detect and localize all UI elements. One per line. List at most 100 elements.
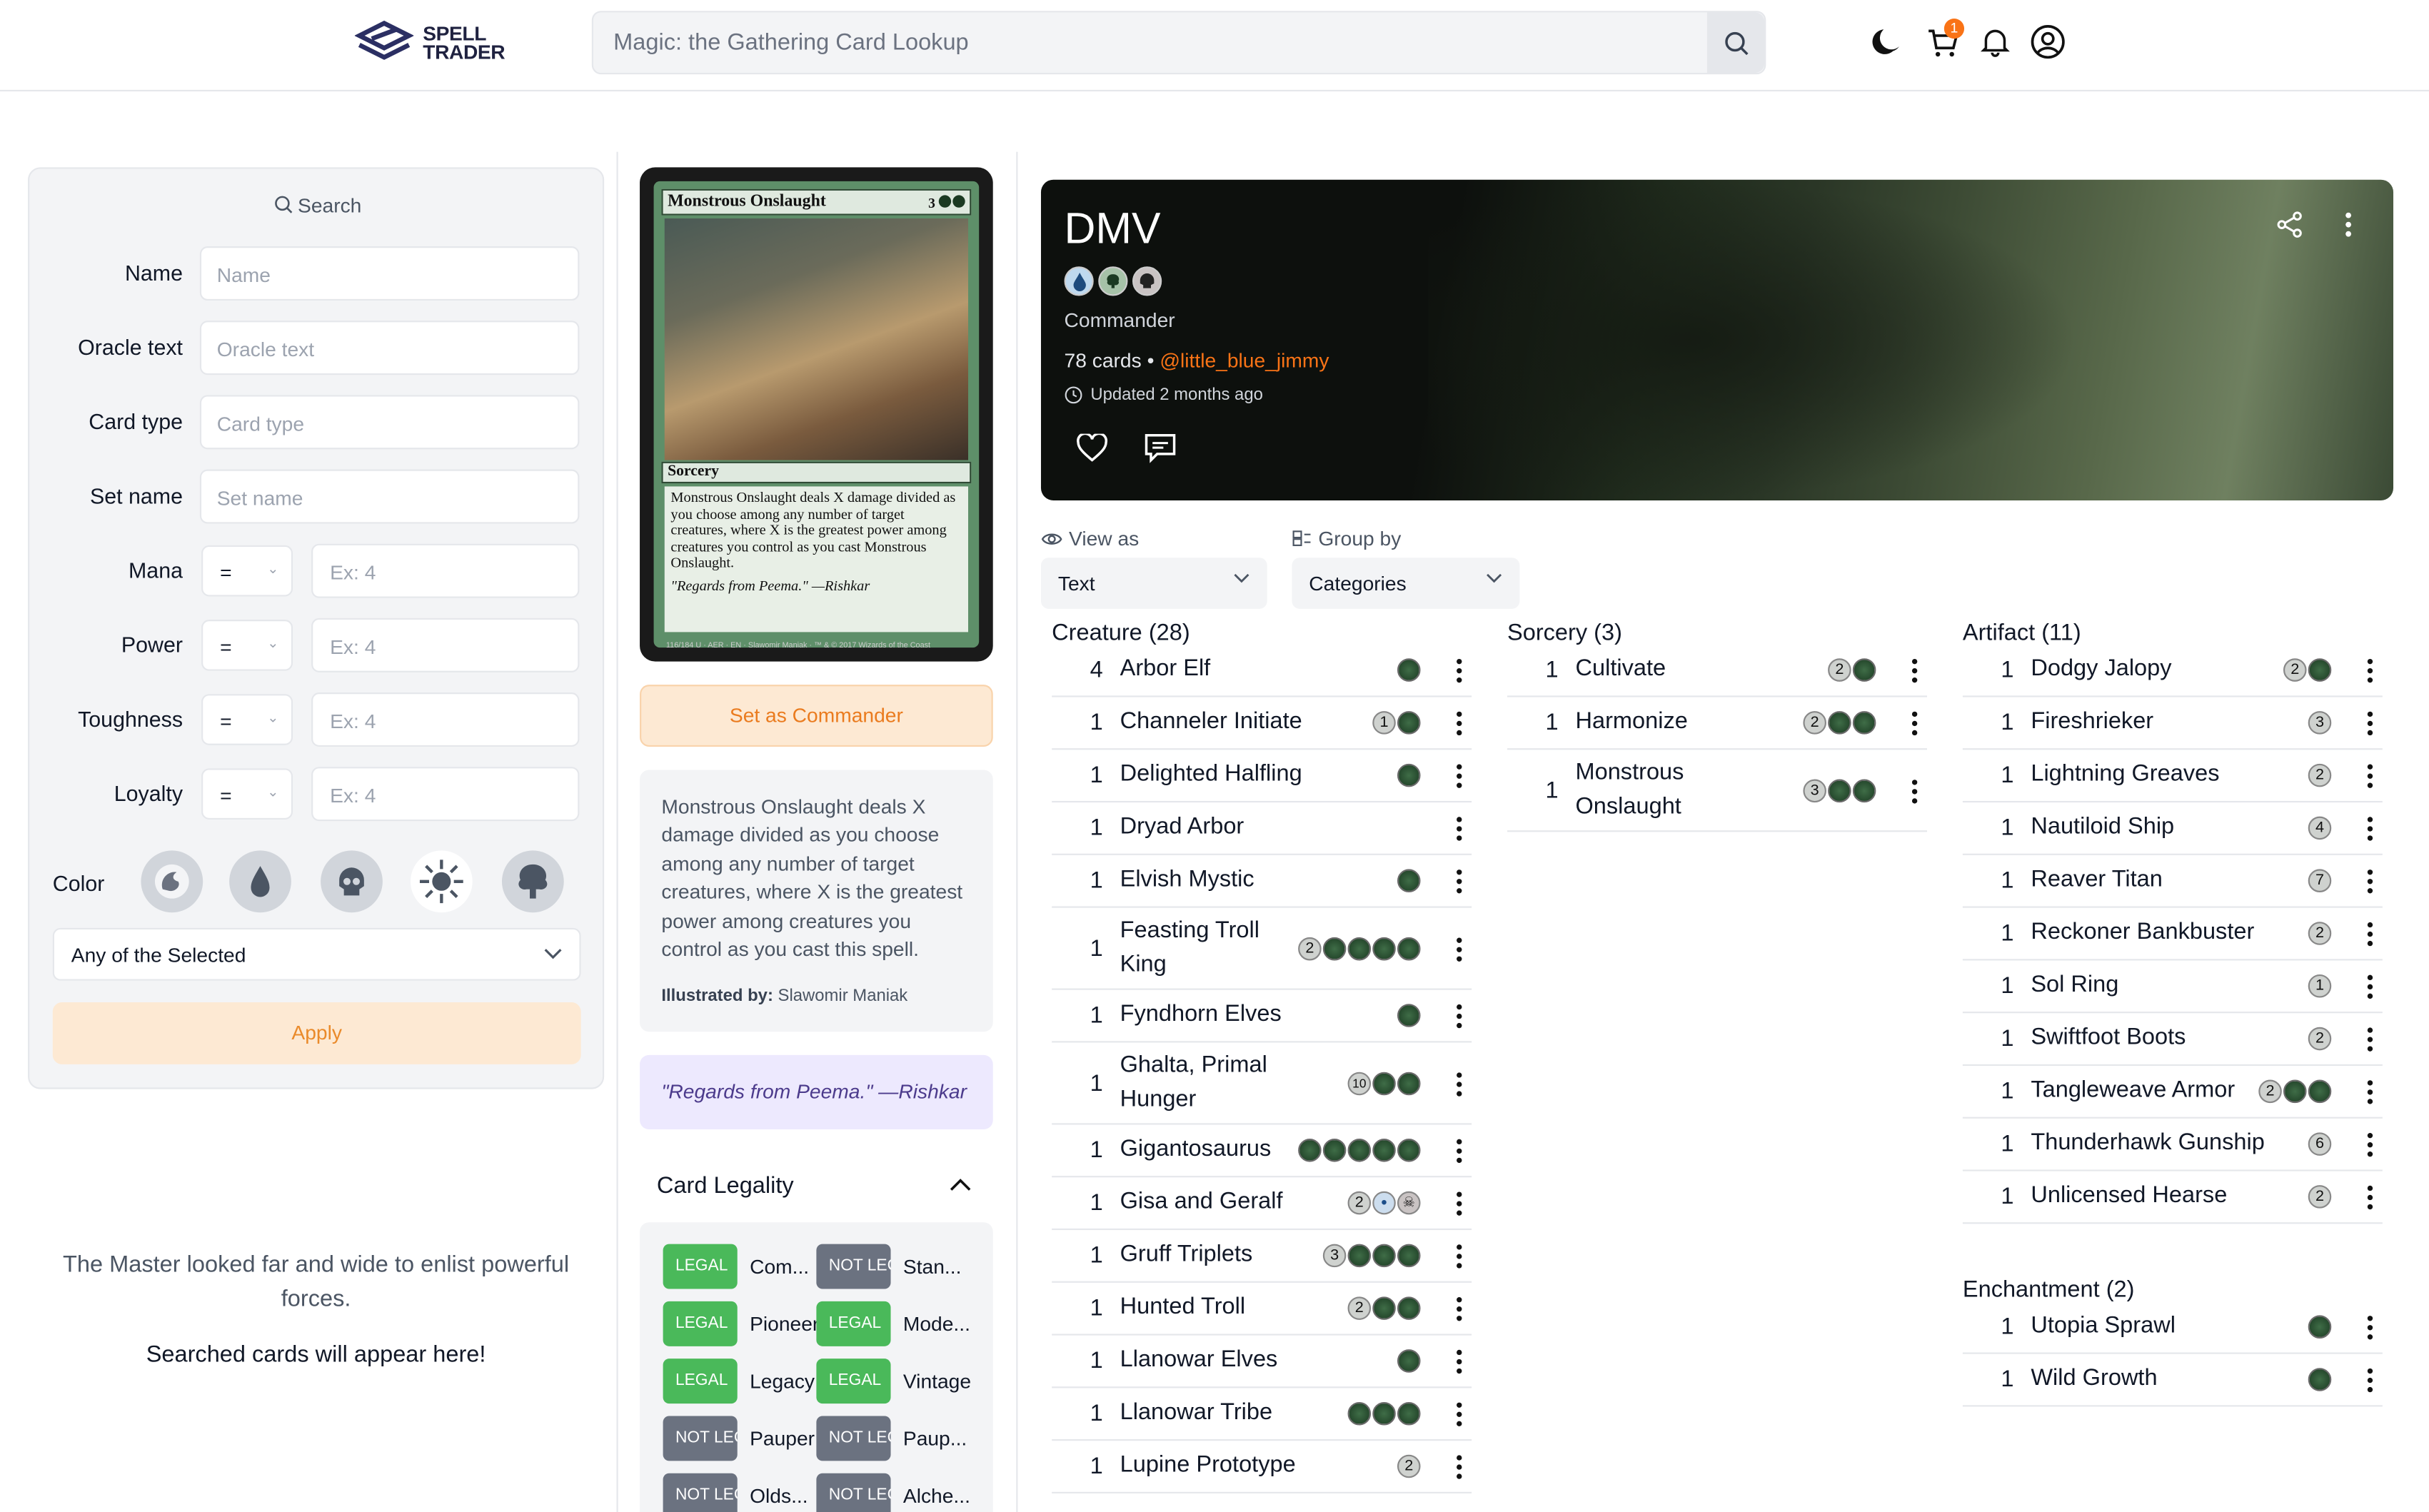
more-vertical-icon[interactable] [2367, 711, 2373, 744]
deck-card-row[interactable]: 1 Lupine Prototype 2 [1052, 1441, 1472, 1493]
deck-card-row[interactable]: 1 Reaver Titan 7 [1962, 855, 2383, 908]
deck-card-row[interactable]: 1 Delighted Halfling [1052, 750, 1472, 803]
black-mana-icon[interactable] [321, 850, 383, 913]
dark-mode-toggle[interactable] [1866, 21, 1906, 61]
card-name[interactable]: Reckoner Bankbuster [2031, 916, 2310, 950]
deck-owner-link[interactable]: @little_blue_jimmy [1160, 348, 1329, 372]
deck-card-row[interactable]: 1 Elvish Mystic [1052, 855, 1472, 908]
deck-card-row[interactable]: 1 Sol Ring 1 [1962, 960, 2383, 1014]
group-by-select[interactable]: Categories [1292, 558, 1520, 609]
more-vertical-icon[interactable] [1456, 1296, 1462, 1329]
card-name[interactable]: Fireshrieker [2031, 705, 2310, 739]
card-name[interactable]: Feasting Troll King [1120, 914, 1291, 982]
more-vertical-icon[interactable] [2367, 817, 2373, 850]
mana-value-field[interactable]: Ex: 4 [311, 543, 580, 598]
deck-card-row[interactable]: 1 Gigantosaurus [1052, 1124, 1472, 1178]
deck-card-row[interactable]: 1 Channeler Initiate 1 [1052, 697, 1472, 750]
deck-card-row[interactable]: 1 Unlicensed Hearse 2 [1962, 1171, 2383, 1224]
card-name[interactable]: Sol Ring [2031, 968, 2310, 1002]
more-vertical-icon[interactable] [2367, 1132, 2373, 1165]
more-vertical-icon[interactable] [2367, 869, 2373, 902]
more-vertical-icon[interactable] [1456, 1349, 1462, 1382]
red-mana-icon[interactable] [141, 850, 203, 913]
more-vertical-icon[interactable] [1456, 1191, 1462, 1224]
card-name[interactable]: Dryad Arbor [1120, 810, 1399, 845]
deck-card-row[interactable]: 1 Gisa and Geralf 2 ● ☠ [1052, 1177, 1472, 1231]
card-name[interactable]: Channeler Initiate [1120, 705, 1399, 739]
card-name[interactable]: Llanowar Elves [1120, 1343, 1399, 1377]
deck-card-row[interactable]: 1 Dodgy Jalopy 2 [1962, 645, 2383, 697]
toughness-operator-select[interactable]: = ⌄ [201, 694, 293, 745]
card-name[interactable]: Nautiloid Ship [2031, 810, 2310, 845]
deck-card-row[interactable]: 1 Monstrous Onslaught 3 [1507, 750, 1927, 832]
spell-trader-logo[interactable]: SPELL TRADER [354, 19, 506, 68]
deck-card-row[interactable]: 1 Fireshrieker 3 [1962, 697, 2383, 750]
card-name[interactable]: Thunderhawk Gunship [2031, 1127, 2310, 1161]
deck-card-row[interactable]: 1 Fyndhorn Elves [1052, 990, 1472, 1043]
deck-card-row[interactable]: 1 Swiftfoot Boots 2 [1962, 1013, 2383, 1067]
more-vertical-icon[interactable] [2367, 1027, 2373, 1060]
color-match-select[interactable]: Any of the Selected [52, 927, 581, 981]
more-vertical-icon[interactable] [1911, 778, 1918, 811]
card-name[interactable]: Cultivate [1575, 652, 1854, 687]
card-name[interactable]: Elvish Mystic [1120, 863, 1399, 897]
card-legality-title[interactable]: Card Legality [657, 1173, 794, 1199]
power-value-field[interactable]: Ex: 4 [311, 618, 580, 672]
comments-button[interactable] [1142, 429, 1179, 466]
deck-card-row[interactable]: 1 Nautiloid Ship 4 [1962, 802, 2383, 855]
cart-button[interactable]: 1 [1922, 19, 1965, 61]
card-name[interactable]: Lightning Greaves [2031, 757, 2310, 792]
deck-card-row[interactable]: 1 Utopia Sprawl [1962, 1301, 2383, 1354]
power-operator-select[interactable]: = ⌄ [201, 620, 293, 671]
card-name[interactable]: Wild Growth [2031, 1362, 2310, 1396]
notifications-button[interactable] [1975, 21, 2015, 61]
loyalty-operator-select[interactable]: = ⌄ [201, 768, 293, 820]
more-vertical-icon[interactable] [1911, 658, 1918, 691]
deck-card-row[interactable]: 1 Gruff Triplets 3 [1052, 1230, 1472, 1283]
card-name[interactable]: Unlicensed Hearse [2031, 1179, 2310, 1213]
account-button[interactable] [2028, 21, 2068, 61]
name-field[interactable]: Name [199, 246, 580, 301]
deck-card-row[interactable]: 1 Lightning Greaves 2 [1962, 750, 2383, 803]
card-name[interactable]: Ghalta, Primal Hunger [1120, 1049, 1291, 1117]
deck-card-row[interactable]: 1 Feasting Troll King 2 [1052, 908, 1472, 990]
toughness-value-field[interactable]: Ex: 4 [311, 692, 580, 747]
deck-card-row[interactable]: 1 Llanowar Tribe [1052, 1388, 1472, 1441]
more-vertical-icon[interactable] [2367, 1185, 2373, 1218]
more-vertical-icon[interactable] [2367, 764, 2373, 797]
more-vertical-icon[interactable] [2367, 922, 2373, 954]
deck-card-row[interactable]: 1 Dryad Arbor [1052, 802, 1472, 855]
deck-card-row[interactable]: 1 Wild Growth [1962, 1354, 2383, 1407]
oracle-text-field[interactable]: Oracle text [199, 321, 580, 376]
deck-card-row[interactable]: 1 Ghalta, Primal Hunger 10 [1052, 1042, 1472, 1125]
card-name[interactable]: Arbor Elf [1120, 652, 1399, 687]
deck-card-row[interactable]: 1 Llanowar Elves [1052, 1336, 1472, 1388]
set-as-commander-button[interactable]: Set as Commander [640, 685, 993, 747]
more-vertical-icon[interactable] [1456, 711, 1462, 744]
more-vertical-icon[interactable] [1456, 1455, 1462, 1488]
deck-card-row[interactable]: 4 Arbor Elf [1052, 645, 1472, 697]
view-as-select[interactable]: Text [1040, 558, 1267, 609]
card-name[interactable]: Fyndhorn Elves [1120, 998, 1399, 1032]
card-type-field[interactable]: Card type [199, 395, 580, 450]
card-search-input[interactable] [593, 12, 1709, 73]
card-name[interactable]: Utopia Sprawl [2031, 1309, 2310, 1344]
more-vertical-icon[interactable] [1456, 869, 1462, 902]
card-name[interactable]: Delighted Halfling [1120, 757, 1399, 792]
more-vertical-icon[interactable] [2367, 1080, 2373, 1113]
deck-card-row[interactable]: 1 Reckoner Bankbuster 2 [1962, 908, 2383, 961]
white-mana-icon[interactable] [410, 850, 473, 913]
card-name[interactable]: Lupine Prototype [1120, 1448, 1399, 1483]
more-vertical-icon[interactable] [1456, 764, 1462, 797]
more-vertical-icon[interactable] [1456, 1244, 1462, 1277]
mana-operator-select[interactable]: = ⌄ [201, 545, 293, 597]
apply-button[interactable]: Apply [52, 1002, 581, 1064]
more-vertical-icon[interactable] [1456, 1402, 1462, 1435]
more-vertical-icon[interactable] [1456, 1072, 1462, 1104]
chevron-up-icon[interactable] [948, 1173, 973, 1198]
deck-card-row[interactable]: 1 Harmonize 2 [1507, 697, 1927, 750]
like-button[interactable] [1074, 429, 1111, 466]
deck-card-row[interactable]: 1 Thunderhawk Gunship 6 [1962, 1119, 2383, 1171]
card-name[interactable]: Reaver Titan [2031, 863, 2310, 897]
share-button[interactable] [2271, 206, 2308, 243]
